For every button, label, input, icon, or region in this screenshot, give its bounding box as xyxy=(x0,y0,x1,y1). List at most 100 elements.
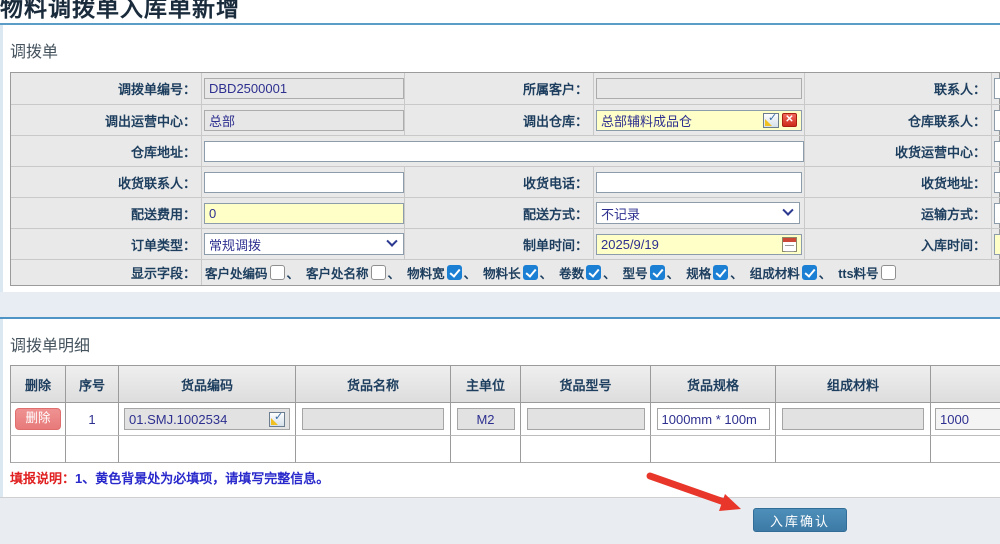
checkbox-customer-name[interactable] xyxy=(371,265,386,280)
inbound-time-field[interactable] xyxy=(994,234,1000,255)
checkbox-label: 物料长 xyxy=(483,263,521,282)
checkbox-label: 物料宽 xyxy=(407,263,445,282)
create-time-field[interactable]: 2025/9/19 xyxy=(596,234,802,255)
col-header-seq: 序号 xyxy=(65,365,118,403)
col-header-delete: 删除 xyxy=(10,365,65,403)
checkbox-group: 物料宽 、 xyxy=(407,263,483,282)
section-divider-band xyxy=(0,292,1000,317)
receive-center-field[interactable] xyxy=(994,141,1000,162)
checkbox-group: 组成材料 、 xyxy=(750,263,839,282)
checkbox-group: 客户处编码 、 xyxy=(205,263,306,282)
receive-contact-label: 收货联系人： xyxy=(11,166,201,197)
page-title: 物料调拨单入库单新增 xyxy=(0,0,240,23)
col-header-code: 货品编码 xyxy=(118,365,295,403)
order-type-select[interactable]: 常规调拨 xyxy=(204,233,404,255)
warehouse-clear-icon[interactable]: ✕ xyxy=(782,113,797,127)
create-time-label: 制单时间： xyxy=(404,228,593,259)
separator: 、 xyxy=(388,263,401,282)
goods-picker-icon[interactable] xyxy=(269,412,285,427)
contact-label: 联系人： xyxy=(804,73,991,104)
col-header-width: 物料宽 xyxy=(930,365,1000,403)
checkbox-label: tts料号 xyxy=(838,263,878,282)
checkbox-model[interactable] xyxy=(650,265,665,280)
warehouse-address-label: 仓库地址： xyxy=(11,135,201,166)
delivery-method-select[interactable]: 不记录 xyxy=(596,202,800,224)
table-row: 删除 xyxy=(10,403,65,436)
checkbox-spec[interactable] xyxy=(713,265,728,280)
goods-code-field[interactable]: 01.SMJ.1002534 xyxy=(124,408,290,430)
delivery-method-value: 不记录 xyxy=(601,204,640,223)
separator: 、 xyxy=(730,263,743,282)
fill-instruction: 填报说明：1、黄色背景处为必填项，请填写完整信息。 xyxy=(10,468,329,487)
contact-field[interactable] xyxy=(994,78,1000,99)
empty-cell xyxy=(650,436,775,463)
inbound-confirm-button[interactable]: 入库确认 xyxy=(753,508,847,532)
checkbox-customer-code[interactable] xyxy=(270,265,285,280)
composition-field[interactable] xyxy=(782,408,924,430)
out-warehouse-field[interactable]: 总部辅料成品仓 ✕ xyxy=(596,110,802,131)
receive-phone-label: 收货电话： xyxy=(404,166,593,197)
empty-cell xyxy=(930,436,1000,463)
checkbox-material-length[interactable] xyxy=(523,265,538,280)
empty-cell xyxy=(295,436,450,463)
section-title-transfer-order: 调拨单 xyxy=(10,38,58,62)
customer-label: 所属客户： xyxy=(404,73,593,104)
chevron-down-icon xyxy=(782,205,793,216)
goods-code-value: 01.SMJ.1002534 xyxy=(129,412,227,427)
checkbox-group: 型号 、 xyxy=(623,263,687,282)
separator: 、 xyxy=(464,263,477,282)
checkbox-label: 规格 xyxy=(686,263,711,282)
checkbox-roll-count[interactable] xyxy=(586,265,601,280)
row-seq: 1 xyxy=(65,403,118,436)
receive-contact-field[interactable] xyxy=(204,172,404,193)
transfer-no-field[interactable]: DBD2500001 xyxy=(204,78,404,99)
delivery-fee-label: 配送费用： xyxy=(11,197,201,228)
warehouse-contact-label: 仓库联系人： xyxy=(804,104,991,135)
material-width-field[interactable]: 1000 xyxy=(935,408,1000,430)
row-code-cell: 01.SMJ.1002534 xyxy=(118,403,295,436)
col-header-unit: 主单位 xyxy=(450,365,520,403)
receive-center-label: 收货运营中心： xyxy=(804,135,991,166)
transfer-detail-table: 删除 序号 货品编码 货品名称 主单位 货品型号 货品规格 组成材料 物料宽 删… xyxy=(10,365,1000,463)
receive-phone-field[interactable] xyxy=(596,172,802,193)
transport-method-field[interactable] xyxy=(994,203,1000,224)
empty-cell xyxy=(450,436,520,463)
display-fields-label: 显示字段： xyxy=(11,259,201,285)
panel-left-border xyxy=(0,25,3,497)
checkbox-composition[interactable] xyxy=(802,265,817,280)
goods-name-field[interactable] xyxy=(302,408,444,430)
goods-spec-field[interactable]: 1000mm * 100m xyxy=(657,408,770,430)
title-underline xyxy=(0,23,1000,25)
delete-row-button[interactable]: 删除 xyxy=(15,408,60,430)
transfer-no-label: 调拨单编号： xyxy=(11,73,201,104)
row-model-cell xyxy=(520,403,650,436)
separator: 、 xyxy=(603,263,616,282)
row-name-cell xyxy=(295,403,450,436)
receive-address-field[interactable] xyxy=(994,172,1000,193)
delivery-method-label: 配送方式： xyxy=(404,197,593,228)
checkbox-label: 客户处编码 xyxy=(205,263,268,282)
checkbox-tts-no[interactable] xyxy=(881,265,896,280)
warehouse-picker-icon[interactable] xyxy=(763,113,779,128)
inbound-time-label: 入库时间： xyxy=(804,228,991,259)
col-header-name: 货品名称 xyxy=(295,365,450,403)
calendar-icon[interactable] xyxy=(782,237,797,252)
main-unit-field[interactable]: M2 xyxy=(457,408,515,430)
col-header-material: 组成材料 xyxy=(775,365,930,403)
row-material-cell xyxy=(775,403,930,436)
out-center-field[interactable]: 总部 xyxy=(204,110,404,131)
goods-model-field[interactable] xyxy=(527,408,645,430)
section-divider-line xyxy=(0,317,1000,319)
fill-instruction-label: 填报说明： xyxy=(10,471,75,486)
warehouse-contact-field[interactable] xyxy=(994,110,1000,131)
checkbox-material-width[interactable] xyxy=(447,265,462,280)
order-type-value: 常规调拨 xyxy=(209,235,261,254)
transfer-order-form: 调拨单编号： DBD2500001 所属客户： 联系人： 调出运营中心： 总部 … xyxy=(10,72,1000,286)
warehouse-address-field[interactable] xyxy=(204,141,804,162)
separator: 、 xyxy=(819,263,832,282)
section-title-transfer-detail: 调拨单明细 xyxy=(10,332,90,356)
delivery-fee-field[interactable]: 0 xyxy=(204,203,404,224)
checkbox-group: 规格 、 xyxy=(686,263,750,282)
checkbox-label: 组成材料 xyxy=(750,263,800,282)
customer-field[interactable] xyxy=(596,78,802,99)
